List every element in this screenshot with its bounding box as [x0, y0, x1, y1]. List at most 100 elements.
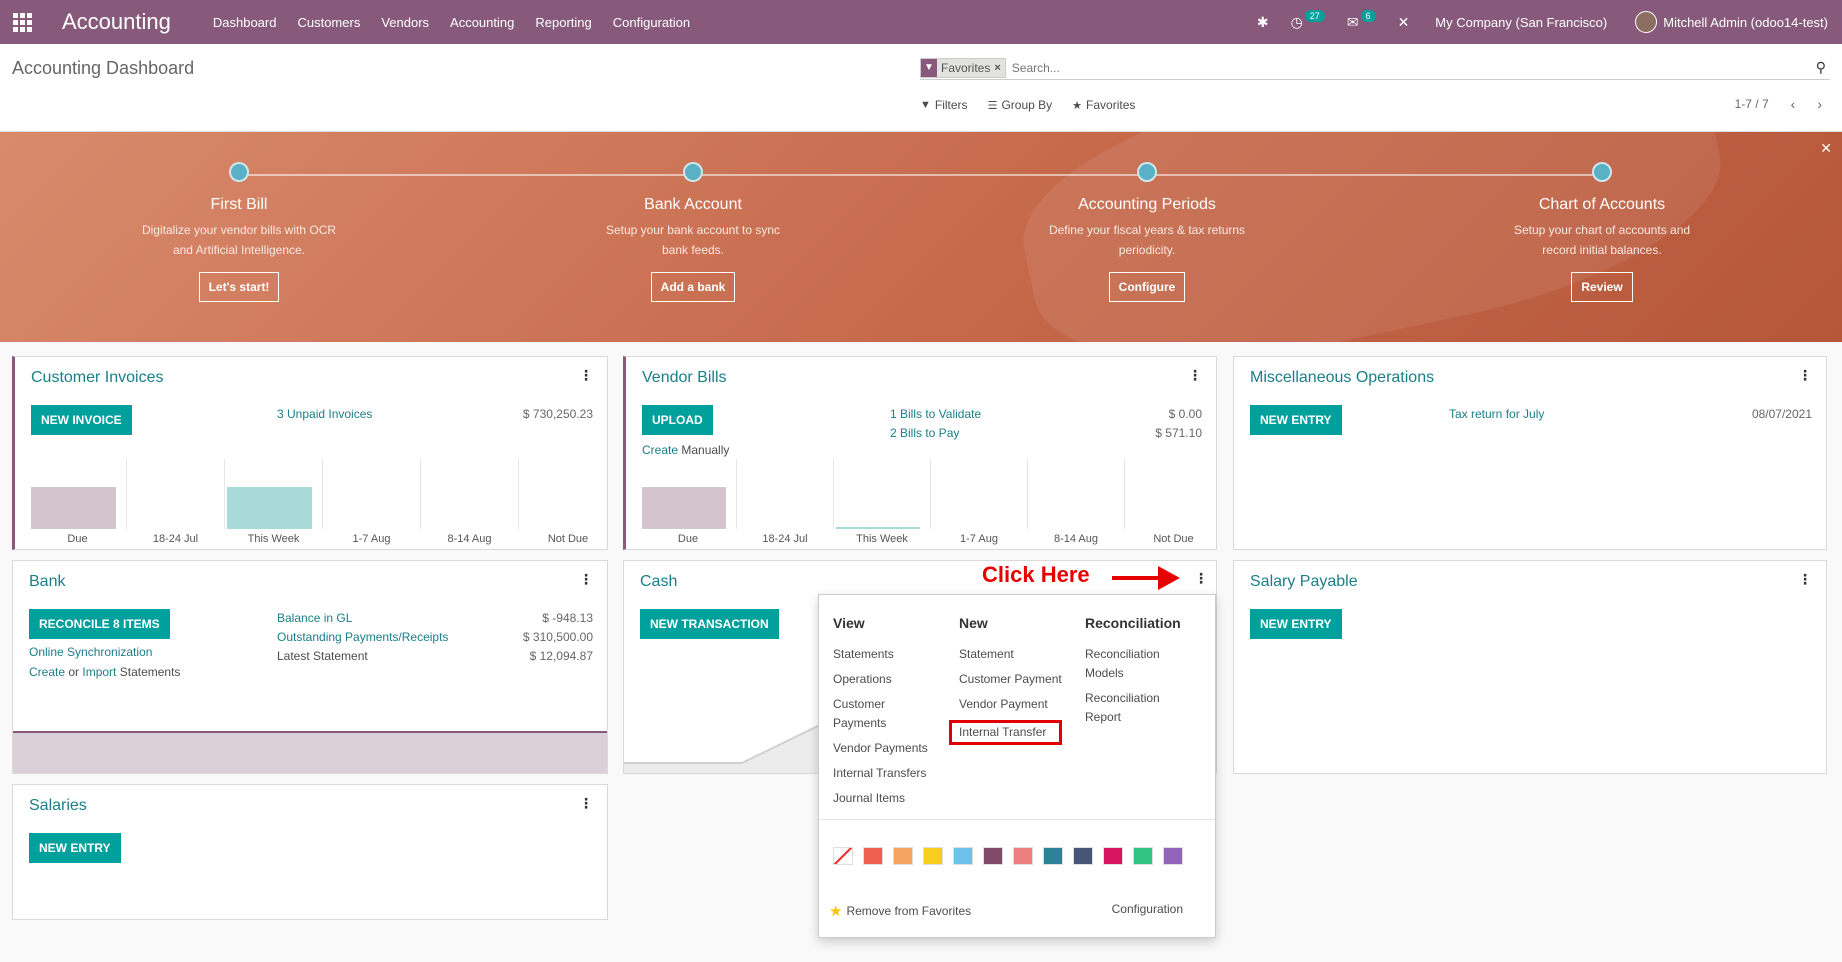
menu-vendors[interactable]: Vendors: [381, 15, 429, 30]
add-bank-button[interactable]: Add a bank: [650, 272, 736, 302]
remove-facet-icon[interactable]: ×: [994, 62, 1004, 74]
unpaid-invoices-link[interactable]: 3 Unpaid Invoices: [277, 407, 372, 421]
view-vendor-payments[interactable]: Vendor Payments: [833, 739, 928, 758]
color-swatch[interactable]: [1163, 847, 1183, 865]
menu-accounting[interactable]: Accounting: [450, 15, 514, 30]
chart-column[interactable]: 1-7 Aug: [323, 459, 421, 545]
chart-column[interactable]: Due: [29, 459, 127, 545]
tools-icon[interactable]: ✕: [1398, 14, 1410, 31]
color-swatch[interactable]: [1013, 847, 1033, 865]
more-options-icon[interactable]: ⋮: [579, 571, 593, 588]
lets-start-button[interactable]: Let's start!: [198, 272, 280, 302]
configuration-link[interactable]: Configuration: [1112, 902, 1183, 916]
import-link[interactable]: Import: [82, 665, 116, 679]
apps-menu-icon[interactable]: [0, 0, 44, 44]
chart-column[interactable]: 1-7 Aug: [931, 459, 1028, 545]
view-customer-payments[interactable]: Customer Payments: [833, 695, 928, 733]
menu-reporting[interactable]: Reporting: [535, 15, 591, 30]
card-title[interactable]: Customer Invoices: [31, 369, 164, 387]
card-salary-payable: Salary Payable ⋮ NEW ENTRY: [1233, 560, 1827, 774]
more-options-icon[interactable]: ⋮: [579, 367, 593, 384]
bug-icon[interactable]: ✱: [1257, 14, 1269, 31]
color-swatch[interactable]: [1103, 847, 1123, 865]
activity-icon[interactable]: ◷ 27: [1291, 10, 1325, 31]
reconcile-items-button[interactable]: RECONCILE 8 ITEMS: [29, 609, 170, 639]
bills-to-pay-link[interactable]: 2 Bills to Pay: [890, 426, 959, 440]
chart-column[interactable]: 18-24 Jul: [127, 459, 225, 545]
card-title[interactable]: Salary Payable: [1250, 573, 1358, 591]
view-statements[interactable]: Statements: [833, 645, 928, 664]
chart-column[interactable]: 8-14 Aug: [421, 459, 519, 545]
create-link[interactable]: Create: [642, 443, 678, 457]
card-title[interactable]: Salaries: [29, 797, 87, 815]
reconciliation-report[interactable]: Reconciliation Report: [1085, 689, 1181, 727]
chart-column[interactable]: Due: [640, 459, 737, 545]
more-options-icon[interactable]: ⋮: [1798, 571, 1812, 588]
review-button[interactable]: Review: [1571, 272, 1633, 302]
color-swatch[interactable]: [1133, 847, 1153, 865]
chart-column[interactable]: Not Due: [519, 459, 617, 545]
reconciliation-models[interactable]: Reconciliation Models: [1085, 645, 1181, 683]
new-customer-payment[interactable]: Customer Payment: [959, 670, 1062, 689]
create-link[interactable]: Create: [29, 665, 65, 679]
user-menu[interactable]: Mitchell Admin (odoo14-test): [1663, 15, 1828, 30]
card-title[interactable]: Vendor Bills: [642, 369, 727, 387]
new-vendor-payment[interactable]: Vendor Payment: [959, 695, 1062, 714]
more-options-icon[interactable]: ⋮: [579, 795, 593, 812]
chart-column[interactable]: Not Due: [1125, 459, 1222, 545]
chart-column[interactable]: 8-14 Aug: [1028, 459, 1125, 545]
search-facet[interactable]: ▼ Favorites ×: [920, 57, 1006, 78]
color-swatch[interactable]: [953, 847, 973, 865]
pager-next-icon[interactable]: ›: [1817, 96, 1822, 112]
balance-gl-link[interactable]: Balance in GL: [277, 611, 352, 625]
outstanding-link[interactable]: Outstanding Payments/Receipts: [277, 630, 448, 644]
menu-customers[interactable]: Customers: [297, 15, 360, 30]
view-journal-items[interactable]: Journal Items: [833, 789, 928, 808]
card-title[interactable]: Miscellaneous Operations: [1250, 369, 1434, 387]
new-invoice-button[interactable]: NEW INVOICE: [31, 405, 132, 435]
color-swatch[interactable]: [863, 847, 883, 865]
pager-previous-icon[interactable]: ‹: [1791, 96, 1796, 112]
remove-from-favorites[interactable]: ★ Remove from Favorites: [829, 902, 971, 920]
bills-to-validate-link[interactable]: 1 Bills to Validate: [890, 407, 981, 421]
more-options-icon[interactable]: ⋮: [1798, 367, 1812, 384]
card-title[interactable]: Cash: [640, 573, 677, 591]
view-operations[interactable]: Operations: [833, 670, 928, 689]
card-title[interactable]: Bank: [29, 573, 65, 591]
color-swatch[interactable]: [893, 847, 913, 865]
group-by-button[interactable]: ☰ Group By: [988, 98, 1053, 112]
color-swatch[interactable]: [1043, 847, 1063, 865]
chart-column[interactable]: This Week: [225, 459, 323, 545]
color-swatch-none[interactable]: [833, 847, 853, 865]
menu-dashboard[interactable]: Dashboard: [213, 15, 277, 30]
chart-column[interactable]: 18-24 Jul: [737, 459, 834, 545]
more-options-icon[interactable]: ⋮: [1188, 367, 1202, 384]
new-internal-transfer[interactable]: Internal Transfer: [949, 720, 1062, 745]
upload-button[interactable]: UPLOAD: [642, 405, 713, 435]
color-swatch[interactable]: [983, 847, 1003, 865]
new-transaction-button[interactable]: NEW TRANSACTION: [640, 609, 779, 639]
search-icon[interactable]: ⚲: [1816, 59, 1826, 76]
search-input[interactable]: [1011, 60, 1816, 75]
new-entry-button[interactable]: NEW ENTRY: [1250, 405, 1342, 435]
pager-value[interactable]: 1-7 / 7: [1735, 97, 1769, 111]
filters-button[interactable]: ▼ Filters: [920, 98, 968, 112]
configure-button[interactable]: Configure: [1108, 272, 1186, 302]
bank-balance-graph[interactable]: [13, 731, 607, 773]
chart-column[interactable]: This Week: [834, 459, 931, 545]
new-entry-button[interactable]: NEW ENTRY: [1250, 609, 1342, 639]
online-sync-link[interactable]: Online Synchronization: [29, 645, 152, 659]
new-statement[interactable]: Statement: [959, 645, 1062, 664]
app-brand[interactable]: Accounting: [62, 9, 171, 35]
close-icon[interactable]: ✕: [1820, 140, 1832, 157]
company-switcher[interactable]: My Company (San Francisco): [1435, 15, 1607, 30]
favorites-button[interactable]: ★ Favorites: [1072, 98, 1135, 112]
view-internal-transfers[interactable]: Internal Transfers: [833, 764, 928, 783]
color-swatch[interactable]: [1073, 847, 1093, 865]
color-swatch[interactable]: [923, 847, 943, 865]
tax-return-link[interactable]: Tax return for July: [1449, 407, 1544, 421]
menu-configuration[interactable]: Configuration: [613, 15, 690, 30]
new-entry-button[interactable]: NEW ENTRY: [29, 833, 121, 863]
messages-icon[interactable]: ✉ 6: [1347, 10, 1376, 31]
user-avatar[interactable]: [1635, 11, 1658, 33]
